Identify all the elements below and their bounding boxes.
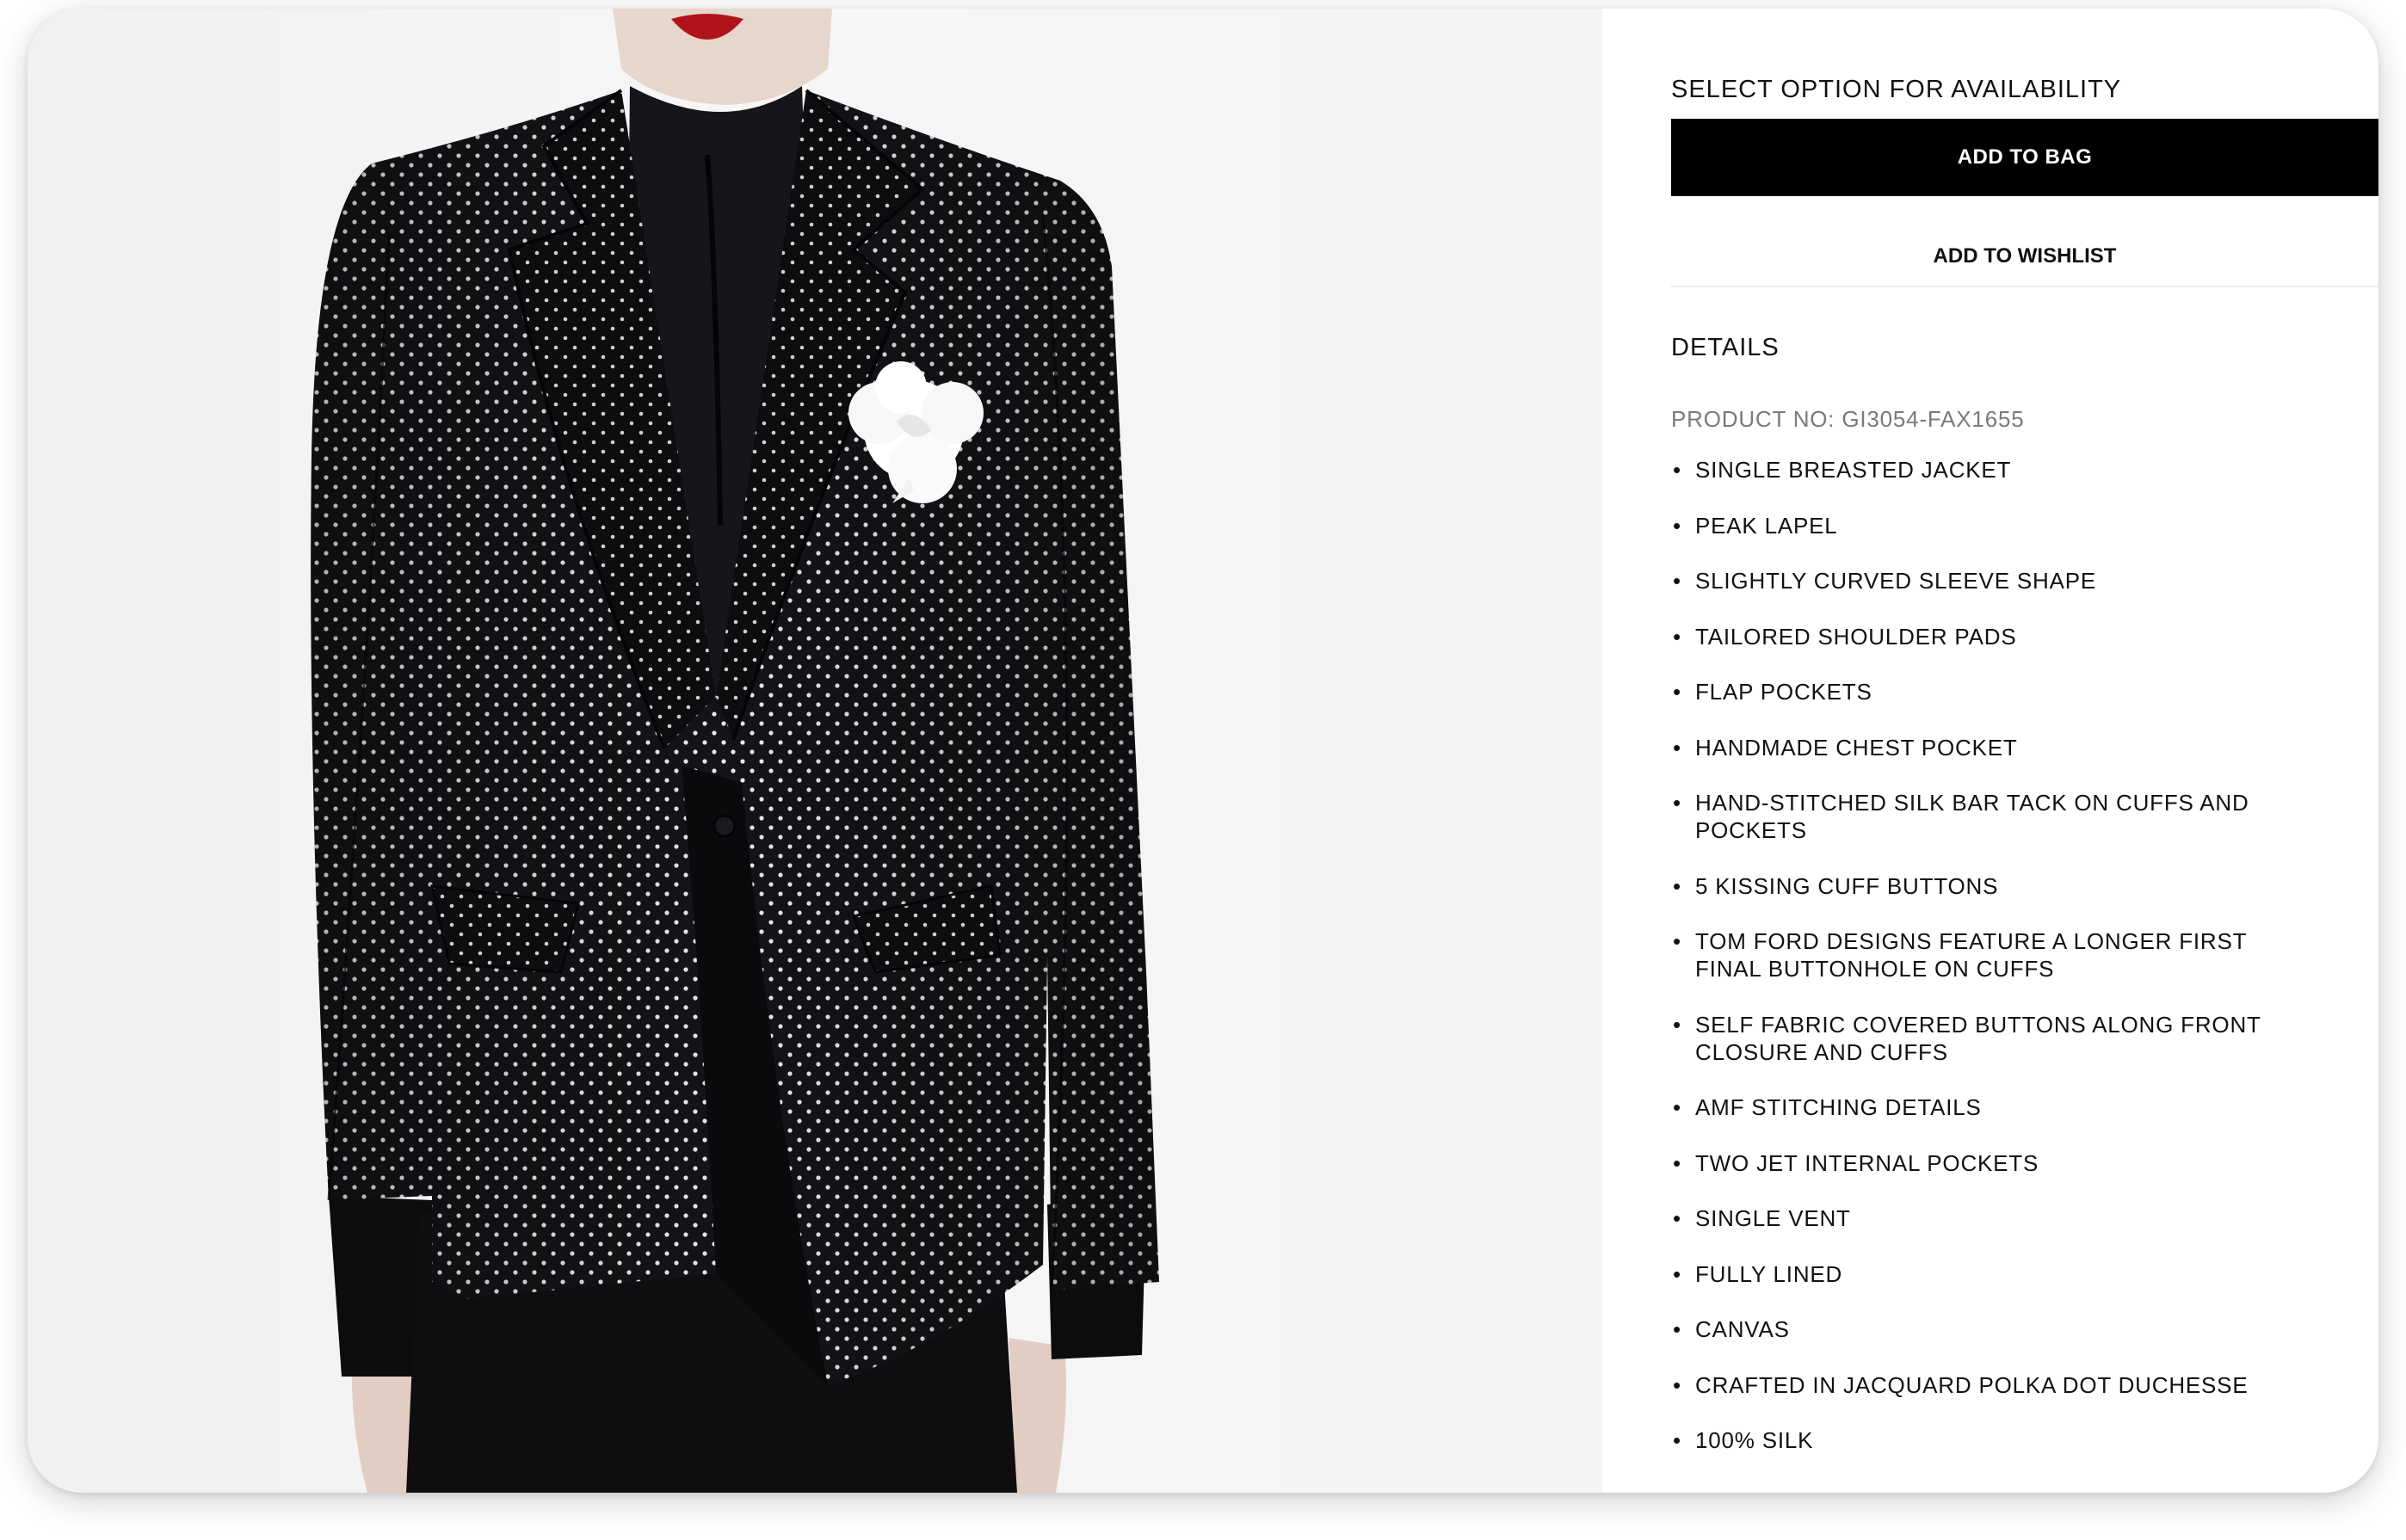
availability-label: SELECT OPTION FOR AVAILABILITY (1671, 76, 2122, 103)
screen: SELECT OPTION FOR AVAILABILITY ADD TO BA… (0, 0, 2406, 1540)
feature-item: CRAFTED IN JACQUARD POLKA DOT DUCHESSE (1671, 1371, 2291, 1399)
feature-item: TAILORED SHOULDER PADS (1671, 623, 2291, 650)
feature-item: SLIGHTLY CURVED SLEEVE SHAPE (1671, 567, 2291, 594)
model-jacket-illustration (311, 9, 1160, 1493)
feature-list: SINGLE BREASTED JACKET PEAK LAPEL SLIGHT… (1671, 456, 2291, 1482)
feature-item: CANVAS (1671, 1315, 2291, 1343)
divider (1671, 286, 2378, 287)
feature-item: SINGLE BREASTED JACKET (1671, 456, 2291, 484)
feature-item: AMF STITCHING DETAILS (1671, 1093, 2291, 1121)
feature-item: PEAK LAPEL (1671, 512, 2291, 539)
feature-item: SELF FABRIC COVERED BUTTONS ALONG FRONT … (1671, 1011, 2291, 1066)
product-image[interactable] (28, 9, 1602, 1493)
jacket-button (713, 814, 737, 838)
feature-item: 5 KISSING CUFF BUTTONS (1671, 872, 2291, 900)
feature-item: HAND-STITCHED SILK BAR TACK ON CUFFS AND… (1671, 789, 2291, 844)
feature-item: HANDMADE CHEST POCKET (1671, 734, 2291, 761)
product-number: PRODUCT NO: GI3054-FAX1655 (1671, 406, 2025, 432)
add-to-bag-button[interactable]: ADD TO BAG (1671, 119, 2378, 196)
feature-item: FLAP POCKETS (1671, 678, 2291, 705)
feature-item: 100% SILK (1671, 1426, 2291, 1454)
feature-item: FULLY LINED (1671, 1260, 2291, 1288)
product-page-window: SELECT OPTION FOR AVAILABILITY ADD TO BA… (28, 9, 2378, 1493)
product-details-panel: SELECT OPTION FOR AVAILABILITY ADD TO BA… (1602, 9, 2378, 1493)
details-heading[interactable]: DETAILS (1671, 334, 1780, 362)
feature-item: TOM FORD DESIGNS FEATURE A LONGER FIRST … (1671, 927, 2291, 983)
feature-item: SINGLE VENT (1671, 1204, 2291, 1232)
add-to-wishlist-button[interactable]: ADD TO WISHLIST (1671, 220, 2378, 293)
feature-item: TWO JET INTERNAL POCKETS (1671, 1149, 2291, 1177)
